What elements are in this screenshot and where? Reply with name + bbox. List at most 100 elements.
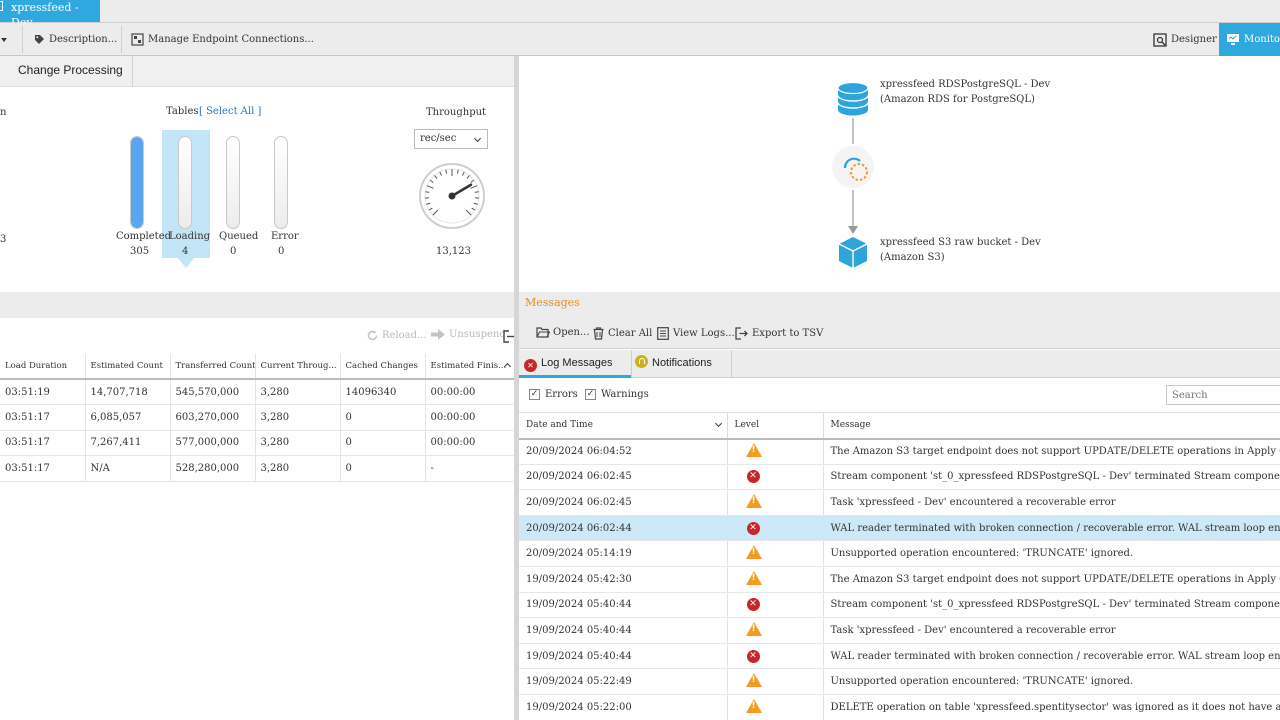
view-logs-button[interactable]: View Logs... — [657, 327, 735, 340]
column-header-level[interactable]: Level — [727, 412, 824, 440]
error-icon: ✕ — [746, 598, 760, 612]
log-row[interactable]: 19/09/2024 05:22:00 DELETE operation on t… — [519, 694, 1280, 720]
clear-all-button[interactable]: Clear All — [593, 327, 652, 340]
table-row[interactable]: 03:51:19 14,707,718 545,570,000 3,280 14… — [0, 379, 515, 405]
manage-endpoint-connections-button[interactable]: Manage Endpoint Connections... — [131, 23, 314, 56]
log-level: ✕ — [727, 643, 824, 670]
designer-label: Designer — [1171, 34, 1217, 45]
table-cell: 00:00:00 — [425, 404, 515, 431]
log-message: Unsupported operation encountered: 'TRUN… — [823, 540, 1280, 567]
table-cell: 0 — [340, 404, 426, 431]
source-endpoint-name[interactable]: xpressfeed RDSPostgreSQL - Dev — [880, 77, 1050, 92]
log-row[interactable]: 19/09/2024 05:22:49 Unsupported operation… — [519, 668, 1280, 695]
table-cell: 7,267,411 — [85, 430, 171, 456]
loading-bar[interactable] — [178, 136, 192, 229]
messages-tab-bar: ✕ Log Messages Notifications — [519, 350, 1280, 378]
error-icon: ✕ — [524, 359, 537, 372]
table-cell: 528,280,000 — [170, 455, 256, 482]
log-date: 20/09/2024 05:14:19 — [519, 540, 728, 567]
messages-header — [519, 292, 1280, 319]
throughput-gauge — [419, 163, 485, 229]
log-row[interactable]: 20/09/2024 06:02:45 ✕ Stream component 'st… — [519, 464, 1280, 491]
clear-all-label: Clear All — [608, 328, 653, 339]
tables-section-header — [0, 292, 514, 318]
tab-change-processing[interactable]: Change Processing — [0, 56, 133, 87]
tag-icon — [35, 35, 44, 44]
warnings-checkbox[interactable]: ✓ — [585, 389, 596, 400]
reload-button[interactable]: Reload... — [366, 329, 427, 342]
table-cell: 03:51:17 — [0, 404, 86, 431]
column-header[interactable]: Load Duration — [0, 354, 86, 380]
throughput-value: 13,123 — [436, 246, 471, 257]
table-row[interactable]: 03:51:17 N/A 528,280,000 3,280 0 - — [0, 455, 515, 482]
column-header-message[interactable]: Message — [823, 412, 1280, 440]
log-row[interactable]: 20/09/2024 06:04:52 The Amazon S3 target … — [519, 438, 1280, 465]
log-row[interactable]: 19/09/2024 05:40:44 Task 'xpressfeed - De… — [519, 617, 1280, 644]
table-row[interactable]: 03:51:17 7,267,411 577,000,000 3,280 0 0… — [0, 430, 515, 456]
column-header[interactable]: Cached Changes — [340, 354, 426, 380]
unsuspend-button[interactable]: Unsuspend — [431, 329, 506, 340]
log-header-row: Date and Time Level Message — [519, 412, 1280, 440]
column-header-date[interactable]: Date and Time — [519, 412, 728, 440]
target-endpoint-name[interactable]: xpressfeed S3 raw bucket - Dev — [880, 235, 1041, 250]
tab-log-messages[interactable]: ✕ Log Messages — [519, 350, 631, 378]
queued-count: 0 — [230, 246, 237, 257]
log-date: 19/09/2024 05:40:44 — [519, 592, 728, 619]
warnings-label: Warnings — [601, 389, 649, 400]
log-row[interactable]: 20/09/2024 06:02:44 ✕ WAL reader terminate… — [519, 515, 1280, 542]
log-date: 20/09/2024 06:02:45 — [519, 489, 728, 516]
completed-bar[interactable] — [130, 136, 144, 229]
errors-checkbox[interactable]: ✓ — [529, 389, 540, 400]
error-bar[interactable] — [274, 136, 288, 229]
log-message: WAL reader terminated with broken connec… — [823, 515, 1280, 542]
tab-notifications-label: Notifications — [652, 357, 712, 369]
column-header[interactable]: Estimated Count — [85, 354, 171, 380]
toolbar-divider — [22, 26, 23, 53]
queued-bar[interactable] — [226, 136, 240, 229]
log-row[interactable]: 19/09/2024 05:42:30 The Amazon S3 target … — [519, 566, 1280, 593]
table-cell: - — [425, 455, 515, 482]
log-row[interactable]: 20/09/2024 06:02:45 Task 'xpressfeed - De… — [519, 489, 1280, 516]
table-cell: 603,270,000 — [170, 404, 256, 431]
table-cell: 3,280 — [255, 379, 341, 405]
search-input[interactable] — [1166, 385, 1280, 405]
column-header[interactable]: Transferred Count — [170, 354, 256, 380]
log-level — [727, 566, 824, 593]
monitor-button[interactable]: Monitor — [1219, 23, 1280, 56]
log-date: 20/09/2024 06:04:52 — [519, 438, 728, 465]
warning-icon — [745, 493, 762, 508]
throughput-unit-select[interactable]: rec/sec — [414, 129, 488, 149]
queued-label: Queued — [219, 231, 259, 242]
table-cell: 03:51:17 — [0, 430, 86, 456]
loading-selection-pointer — [178, 258, 194, 268]
log-message: The Amazon S3 target endpoint does not s… — [823, 438, 1280, 465]
left-tab-bar: Change Processing — [0, 56, 514, 87]
error-label: Error — [271, 231, 299, 242]
table-cell: 0 — [340, 430, 426, 456]
toolbar-divider — [121, 26, 122, 53]
log-level — [727, 489, 824, 516]
table-row[interactable]: 03:51:17 6,085,057 603,270,000 3,280 0 0… — [0, 404, 515, 431]
unsuspend-icon — [431, 329, 445, 340]
open-button[interactable]: Open... — [536, 327, 590, 338]
exit-icon[interactable] — [503, 330, 514, 343]
description-button[interactable]: Description... — [34, 23, 117, 56]
log-date: 20/09/2024 06:02:45 — [519, 464, 728, 491]
gauge-tick — [425, 191, 430, 193]
export-tsv-button[interactable]: Export to TSV — [735, 327, 823, 340]
log-row[interactable]: 19/09/2024 05:40:44 ✕ Stream component 'st… — [519, 592, 1280, 619]
column-header-sorted[interactable]: Estimated Finis... — [425, 354, 515, 380]
log-message: Task 'xpressfeed - Dev' encountered a re… — [823, 617, 1280, 644]
designer-button[interactable]: Designer — [1153, 23, 1217, 56]
tab-notifications[interactable]: Notifications — [631, 350, 732, 378]
log-row[interactable]: 20/09/2024 05:14:19 Unsupported operation… — [519, 540, 1280, 567]
log-date: 19/09/2024 05:22:49 — [519, 668, 728, 695]
task-tab[interactable]: xpressfeed - Dev — [0, 0, 100, 29]
log-message: WAL reader terminated with broken connec… — [823, 643, 1280, 670]
log-level: ✕ — [727, 515, 824, 542]
select-all-link[interactable]: [ Select All ] — [199, 106, 261, 117]
toolbar-dropdown-arrow[interactable] — [1, 23, 7, 56]
log-date: 19/09/2024 05:40:44 — [519, 617, 728, 644]
column-header[interactable]: Current Throug... — [255, 354, 341, 380]
log-row[interactable]: 19/09/2024 05:40:44 ✕ WAL reader terminate… — [519, 643, 1280, 670]
